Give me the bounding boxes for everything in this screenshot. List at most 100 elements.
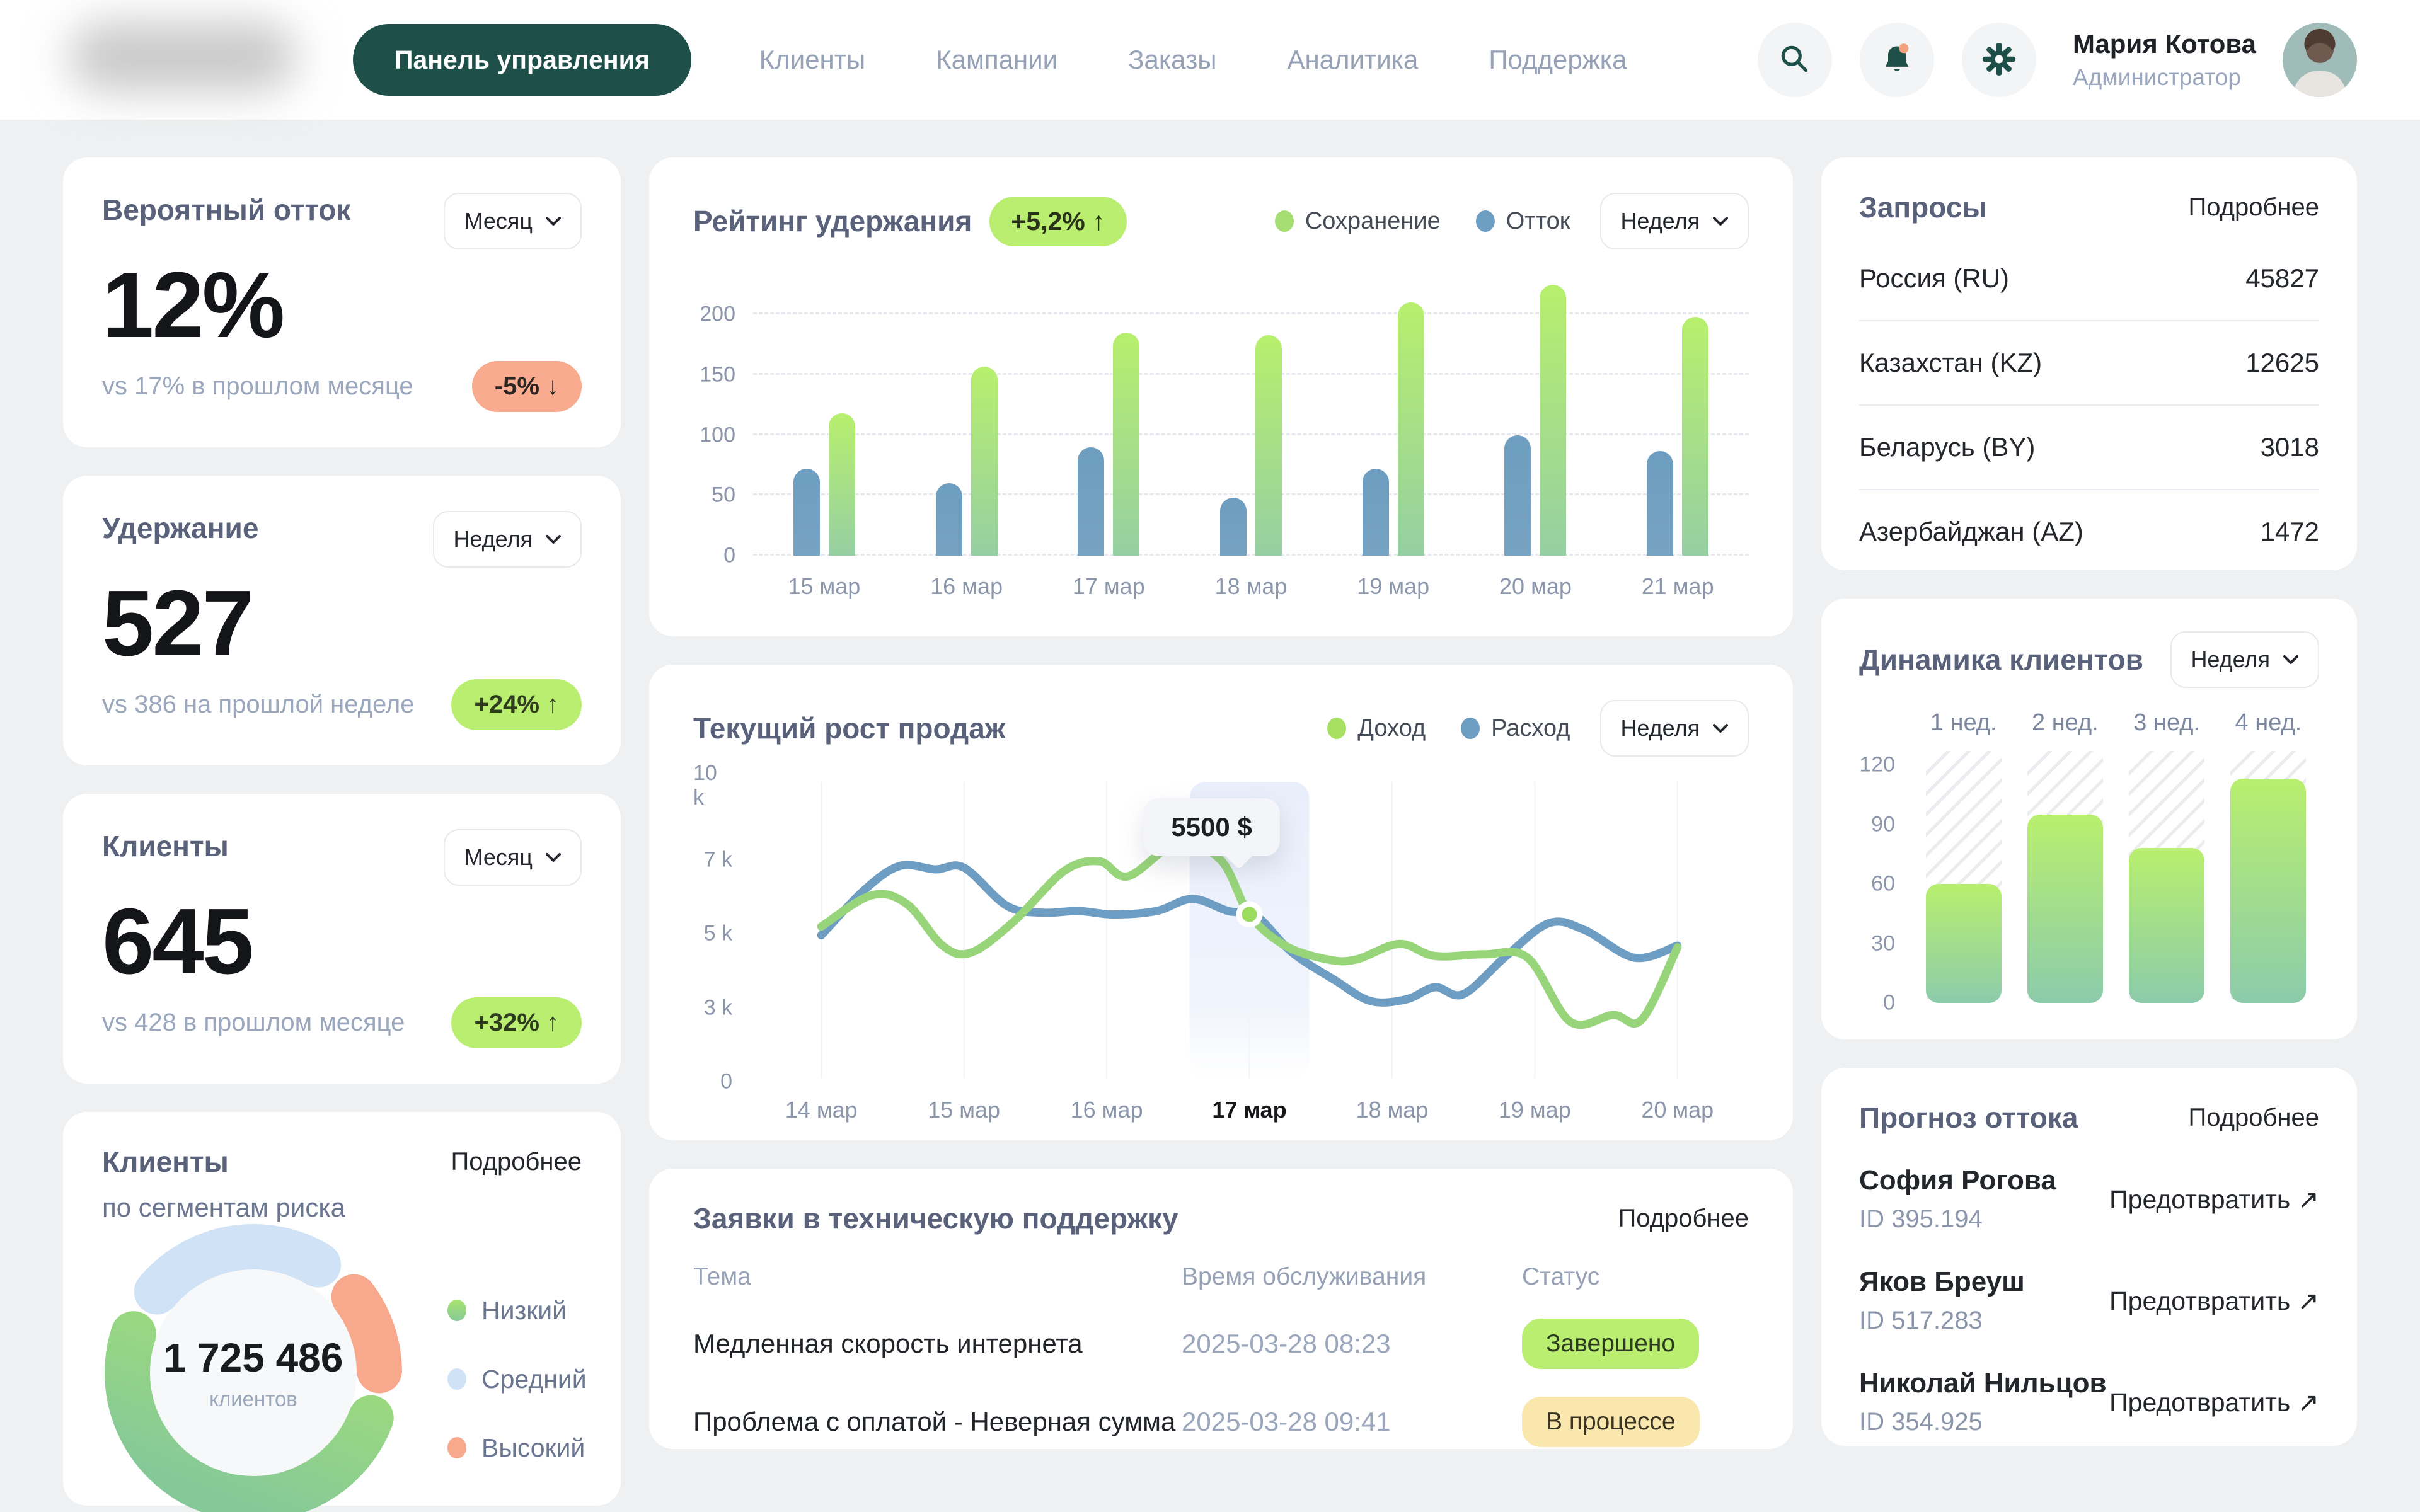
risk-donut-chart: 1 725 486 клиентов [102, 1222, 405, 1512]
bell-icon [1879, 42, 1915, 79]
bar-group [1606, 278, 1749, 556]
requests-card: Запросы Подробнее Россия (RU)45827 Казах… [1821, 158, 2357, 570]
kpi-title: Клиенты [102, 829, 229, 863]
retention-badge: +5,2% ↑ [989, 197, 1126, 246]
legend-label: Средний [481, 1365, 587, 1394]
bar [1398, 302, 1424, 556]
legend-dot-income [1327, 718, 1346, 739]
main-nav: Клиенты Кампании Заказы Аналитика Поддер… [759, 45, 1627, 75]
bar-group [1465, 278, 1607, 556]
legend-label: Низкий [481, 1296, 567, 1326]
trend-badge: -5% ↓ [472, 361, 582, 412]
bar [829, 413, 855, 556]
bar-group [896, 278, 1038, 556]
bar [1926, 884, 2002, 1003]
x-axis: 1 нед.2 нед.3 нед.4 нед. [1913, 709, 2319, 745]
period-select[interactable]: Неделя [1600, 193, 1749, 249]
trend-badge: +32% ↑ [451, 997, 582, 1048]
nav-campaigns[interactable]: Кампании [936, 45, 1057, 74]
legend-dot-low [447, 1300, 466, 1321]
support-tickets-card: Заявки в техническую поддержку Подробнее… [649, 1169, 1793, 1449]
kpi-compare: vs 17% в прошлом месяце [102, 372, 413, 401]
kpi-title: Удержание [102, 511, 258, 545]
chevron-down-icon [545, 216, 562, 227]
dynamics-title: Динамика клиентов [1859, 643, 2143, 677]
hatched-track [2129, 751, 2204, 1003]
col-header-status: Статус [1522, 1263, 1749, 1291]
bar [1647, 451, 1673, 556]
bar [2230, 779, 2306, 1003]
sales-chart-card: Текущий рост продаж Доход Расход Неделя … [649, 665, 1793, 1140]
dashboard-page: Панель управления Клиенты Кампании Заказ… [0, 0, 2420, 1512]
legend-dot-high [447, 1437, 466, 1458]
period-select[interactable]: Неделя [1600, 700, 1749, 757]
logo-blur [69, 22, 296, 91]
requests-title: Запросы [1859, 190, 1987, 224]
churn-title: Прогноз оттока [1859, 1101, 2078, 1135]
kpi-card-churn: Вероятный отток Месяц 12% vs 17% в прошл… [63, 158, 621, 447]
kpi-card-retention: Удержание Неделя 527 vs 386 на прошлой н… [63, 476, 621, 765]
tab-dashboard[interactable]: Панель управления [353, 24, 691, 96]
donut-total-label: клиентов [209, 1387, 297, 1411]
list-item: Казахстан (KZ)12625 [1859, 321, 2319, 406]
prevent-link[interactable]: Предотвратить ↗ [2109, 1387, 2319, 1418]
bar-group [1322, 278, 1465, 556]
legend-dot-churn [1476, 210, 1495, 232]
y-axis: 03 k5 k7 k10 k [693, 782, 750, 1078]
hatched-track [2230, 751, 2306, 1003]
ticket-subject[interactable]: Медленная скорость интернета [693, 1329, 1182, 1359]
list-item: Николай НильцовID 354.925 Предотвратить … [1859, 1368, 2319, 1436]
bar [1682, 317, 1708, 556]
bar [2027, 815, 2103, 1003]
risk-legend: Низкий Средний Высокий [447, 1296, 587, 1463]
period-select[interactable]: Месяц [444, 829, 582, 886]
requests-list: Россия (RU)45827 Казахстан (KZ)12625 Бел… [1859, 237, 2319, 573]
segments-more-link[interactable]: Подробнее [451, 1148, 582, 1176]
list-item: Россия (RU)45827 [1859, 237, 2319, 321]
nav-analytics[interactable]: Аналитика [1287, 45, 1418, 74]
period-select[interactable]: Неделя [2170, 631, 2319, 688]
app-logo[interactable] [63, 16, 315, 104]
nav-orders[interactable]: Заказы [1128, 45, 1216, 74]
prevent-link[interactable]: Предотвратить ↗ [2109, 1286, 2319, 1316]
chevron-down-icon [545, 534, 562, 545]
status-badge: Завершено [1522, 1319, 1699, 1369]
kpi-card-clients: Клиенты Месяц 645 vs 428 в прошлом месяц… [63, 794, 621, 1084]
nav-clients[interactable]: Клиенты [759, 45, 865, 74]
notifications-button[interactable] [1860, 23, 1934, 97]
churn-more-link[interactable]: Подробнее [2189, 1104, 2319, 1132]
bar [1363, 469, 1389, 556]
prevent-link[interactable]: Предотвратить ↗ [2109, 1184, 2319, 1215]
ticket-time: 2025-03-28 09:41 [1182, 1407, 1522, 1437]
bar [793, 469, 820, 556]
period-select[interactable]: Неделя [433, 511, 582, 568]
sales-line-chart: 03 k5 k7 k10 k 5500 $ [693, 782, 1749, 1078]
trend-badge: +24% ↑ [451, 679, 582, 730]
chevron-down-icon [545, 852, 562, 863]
retention-chart-card: Рейтинг удержания +5,2% ↑ Сохранение Отт… [649, 158, 1793, 636]
settings-button[interactable] [1962, 23, 2036, 97]
segments-subtitle: по сегментам риска [102, 1193, 582, 1223]
nav-support[interactable]: Поддержка [1489, 45, 1627, 74]
ticket-subject[interactable]: Проблема с оплатой - Неверная сумма [693, 1407, 1182, 1437]
dynamics-bar-chart: 0306090120 1 нед.2 нед.3 нед.4 нед. [1859, 709, 2319, 1003]
dashboard-grid: Вероятный отток Месяц 12% vs 17% в прошл… [0, 120, 2420, 1506]
plot-area [753, 278, 1749, 556]
x-axis: 15 мар16 мар17 мар18 мар19 мар20 мар21 м… [753, 573, 1749, 600]
sales-title: Текущий рост продаж [693, 711, 1005, 745]
requests-more-link[interactable]: Подробнее [2189, 193, 2319, 222]
bar-group [753, 278, 896, 556]
retention-bar-chart: 050100150200 [693, 278, 1749, 556]
tickets-more-link[interactable]: Подробнее [1618, 1205, 1749, 1233]
search-button[interactable] [1758, 23, 1832, 97]
chevron-down-icon [1712, 723, 1729, 734]
plot-area: 5500 $ [750, 782, 1749, 1078]
kpi-compare: vs 386 на прошлой неделе [102, 690, 414, 719]
avatar[interactable] [2283, 23, 2357, 97]
user-info: Мария Котова Администратор [2073, 29, 2256, 91]
retention-legend: Сохранение Отток [1275, 208, 1570, 235]
kpi-value: 12% [102, 259, 582, 352]
period-select[interactable]: Месяц [444, 193, 582, 249]
gear-icon [1981, 42, 2017, 79]
segments-title: Клиенты [102, 1145, 229, 1179]
